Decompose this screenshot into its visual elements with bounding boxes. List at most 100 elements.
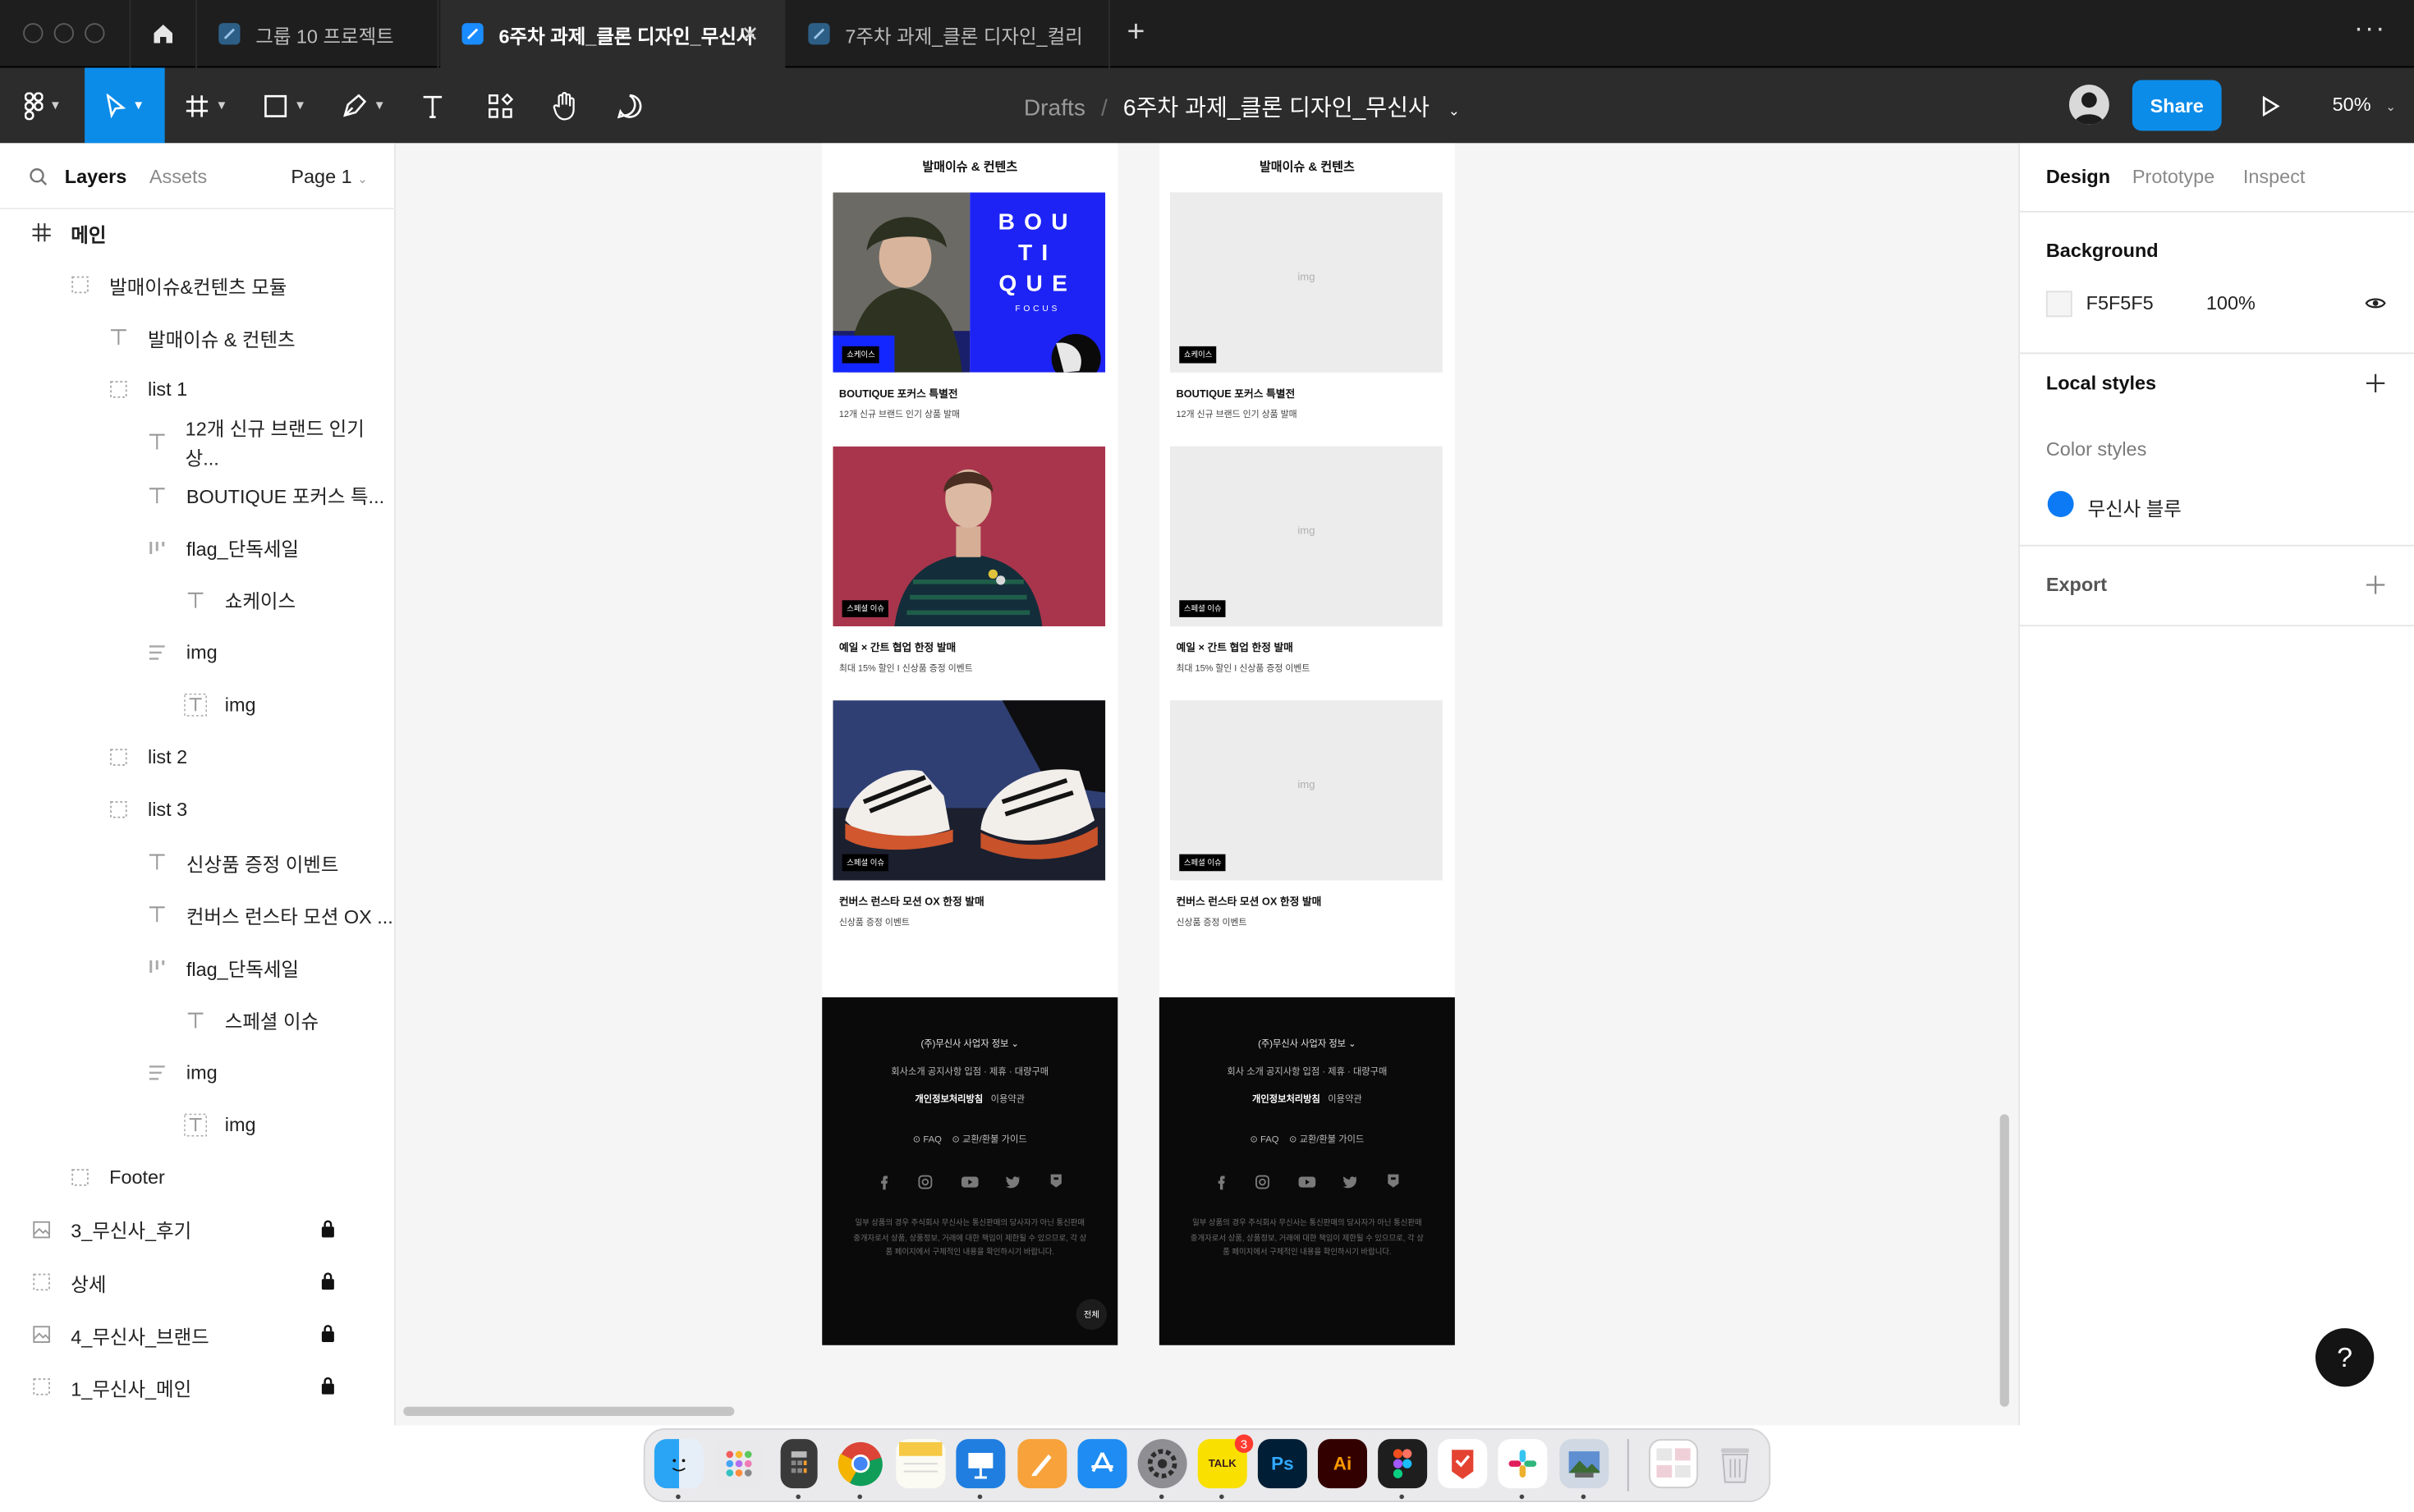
privacy-policy-link[interactable]: 개인정보처리방침 bbox=[915, 1096, 983, 1105]
image-placeholder[interactable]: img 스페셜 이슈 bbox=[1170, 446, 1443, 627]
pen-tool-button[interactable]: ▼ bbox=[329, 68, 397, 144]
terms-link[interactable]: 이용약관 bbox=[1328, 1096, 1361, 1105]
present-button[interactable] bbox=[2251, 68, 2291, 144]
color-style-swatch[interactable] bbox=[2047, 491, 2074, 517]
hand-tool-button[interactable] bbox=[539, 68, 591, 144]
page-selector[interactable]: Page 1 ⌄ bbox=[291, 167, 367, 188]
instagram-icon[interactable] bbox=[1255, 1175, 1270, 1190]
color-style-name[interactable]: 무신사 블루 bbox=[2088, 493, 2182, 522]
blog-icon[interactable] bbox=[1386, 1173, 1402, 1189]
more-options-button[interactable]: ··· bbox=[2354, 12, 2386, 44]
footer-links[interactable]: 회사소개 공지사항 입점 · 제휴 · 대량구매 bbox=[822, 1064, 1118, 1077]
faq-link[interactable]: ⊙ FAQ bbox=[913, 1136, 942, 1145]
tab-musinsa-clone[interactable]: 6주차 과제_클론 디자인_무신사 ✕ bbox=[440, 0, 786, 68]
chevron-down-icon[interactable]: ⌄ bbox=[1448, 103, 1460, 119]
lock-icon[interactable] bbox=[320, 1271, 336, 1290]
home-button[interactable] bbox=[129, 0, 197, 68]
plus-icon[interactable] bbox=[2366, 373, 2385, 393]
faq-link[interactable]: ⊙ FAQ bbox=[1250, 1136, 1278, 1145]
layer-row[interactable]: 발매이슈 & 컨텐츠 bbox=[0, 311, 396, 364]
frame-release-content-module[interactable]: 발매이슈 & 컨텐츠 BOU TI QUE FOCUS 쇼케이스 BOUTIQU… bbox=[822, 143, 1118, 997]
plus-icon[interactable] bbox=[2366, 575, 2385, 594]
layer-row[interactable]: 스페셜 이슈 bbox=[0, 993, 396, 1046]
layer-row[interactable]: 신상품 증정 이벤트 bbox=[0, 836, 396, 888]
tab-kurly-clone[interactable]: 7주차 과제_클론 디자인_컬리 bbox=[787, 0, 1110, 68]
layer-row[interactable]: img bbox=[0, 1046, 396, 1098]
canvas[interactable]: 발매이슈 & 컨텐츠 BOU TI QUE FOCUS 쇼케이스 BOUTIQU… bbox=[395, 143, 2019, 1426]
finder-icon[interactable] bbox=[654, 1439, 704, 1489]
layer-row[interactable]: 12개 신규 브랜드 인기 상... bbox=[0, 416, 396, 470]
trash-icon[interactable] bbox=[1710, 1439, 1760, 1488]
todoist-icon[interactable] bbox=[1438, 1439, 1488, 1489]
system-settings-icon[interactable] bbox=[1137, 1439, 1187, 1489]
background-opacity[interactable]: 100% bbox=[2206, 292, 2256, 314]
footer-right[interactable]: (주)무신사 사업자 정보 ⌄ 회사 소개 공지사항 입점 · 제휴 · 대량구… bbox=[1159, 997, 1455, 1345]
photoshop-icon[interactable]: Ps bbox=[1257, 1439, 1307, 1489]
figma-app-icon[interactable] bbox=[1378, 1439, 1428, 1489]
avatar[interactable] bbox=[2069, 85, 2109, 125]
tab-group-10-project[interactable]: 그룹 10 프로젝트 bbox=[197, 0, 439, 68]
tab-assets[interactable]: Assets bbox=[149, 167, 207, 188]
blog-icon[interactable] bbox=[1049, 1173, 1064, 1189]
layer-row[interactable]: 4_무신사_브랜드 bbox=[0, 1308, 396, 1361]
breadcrumb-drafts[interactable]: Drafts bbox=[1024, 95, 1085, 121]
frame-tool-button[interactable]: ▼ bbox=[174, 68, 239, 144]
footer-company-info[interactable]: (주)무신사 사업자 정보 ⌄ bbox=[822, 1036, 1118, 1050]
text-tool-button[interactable] bbox=[410, 68, 456, 144]
keynote-icon[interactable] bbox=[956, 1439, 1006, 1489]
facebook-icon[interactable] bbox=[876, 1175, 892, 1190]
share-button[interactable]: Share bbox=[2132, 80, 2222, 131]
layer-row[interactable]: flag_단독세일 bbox=[0, 941, 396, 993]
layer-row[interactable]: 3_무신사_후기 bbox=[0, 1203, 396, 1256]
youtube-icon[interactable] bbox=[1298, 1175, 1317, 1190]
layer-row[interactable]: 상세 bbox=[0, 1256, 396, 1308]
terms-link[interactable]: 이용약관 bbox=[991, 1096, 1025, 1105]
screenshots-folder-icon[interactable] bbox=[1649, 1439, 1699, 1489]
image-placeholder[interactable]: img 스페셜 이슈 bbox=[1170, 700, 1443, 881]
chrome-icon[interactable] bbox=[836, 1439, 885, 1488]
layer-row[interactable]: 쇼케이스 bbox=[0, 574, 396, 626]
card-image-boutique[interactable]: BOU TI QUE FOCUS 쇼케이스 bbox=[833, 192, 1106, 373]
comment-tool-button[interactable] bbox=[605, 68, 654, 144]
app-store-icon[interactable] bbox=[1077, 1439, 1127, 1489]
main-menu-button[interactable]: ▼ bbox=[12, 68, 74, 144]
footer-links[interactable]: 회사 소개 공지사항 입점 · 제휴 · 대량구매 bbox=[1159, 1064, 1455, 1077]
new-tab-button[interactable]: + bbox=[1127, 16, 1145, 51]
shape-tool-button[interactable]: ▼ bbox=[251, 68, 319, 144]
youtube-icon[interactable] bbox=[961, 1175, 980, 1190]
minimize-window-button[interactable] bbox=[53, 23, 74, 44]
footer-company-info[interactable]: (주)무신사 사업자 정보 ⌄ bbox=[1159, 1036, 1455, 1050]
card-image-yale[interactable]: 스페셜 이슈 bbox=[833, 446, 1106, 627]
layer-row[interactable]: list 2 bbox=[0, 731, 396, 784]
layer-row[interactable]: img bbox=[0, 679, 396, 731]
tab-layers[interactable]: Layers bbox=[65, 167, 127, 188]
full-menu-button[interactable]: 전체 bbox=[1076, 1299, 1108, 1330]
horizontal-scrollbar[interactable] bbox=[403, 1406, 735, 1416]
twitter-icon[interactable] bbox=[1005, 1175, 1021, 1190]
eye-icon[interactable] bbox=[2365, 296, 2386, 311]
file-name[interactable]: 6주차 과제_클론 디자인_무신사 bbox=[1123, 95, 1430, 121]
layer-row[interactable]: img bbox=[0, 1098, 396, 1151]
vertical-scrollbar[interactable] bbox=[1999, 1114, 2009, 1407]
tab-prototype[interactable]: Prototype bbox=[2132, 167, 2214, 188]
card-image-converse[interactable]: 스페셜 이슈 bbox=[833, 700, 1106, 881]
search-icon[interactable] bbox=[30, 167, 48, 186]
tab-design[interactable]: Design bbox=[2046, 167, 2110, 188]
notes-icon[interactable] bbox=[896, 1439, 946, 1489]
facebook-icon[interactable] bbox=[1214, 1175, 1229, 1190]
layer-row[interactable]: 컨버스 런스타 모션 OX ... bbox=[0, 888, 396, 941]
privacy-policy-link[interactable]: 개인정보처리방침 bbox=[1252, 1096, 1320, 1105]
layer-row[interactable]: BOUTIQUE 포커스 특... bbox=[0, 469, 396, 521]
preview-icon[interactable] bbox=[1559, 1439, 1609, 1489]
layer-row[interactable]: flag_단독세일 bbox=[0, 521, 396, 574]
background-swatch[interactable] bbox=[2045, 291, 2072, 318]
lock-icon[interactable] bbox=[320, 1324, 336, 1343]
footer-left[interactable]: (주)무신사 사업자 정보 ⌄ 회사소개 공지사항 입점 · 제휴 · 대량구매… bbox=[822, 997, 1118, 1345]
maximize-window-button[interactable] bbox=[85, 23, 105, 44]
layer-row[interactable]: 1_무신사_메인 bbox=[0, 1361, 396, 1413]
zoom-menu[interactable]: 50% ⌄ bbox=[2333, 94, 2396, 115]
lock-icon[interactable] bbox=[320, 1219, 336, 1238]
frame-release-content-wireframe[interactable]: 발매이슈 & 컨텐츠 img 쇼케이스 BOUTIQUE 포커스 특별전 12개… bbox=[1159, 143, 1455, 997]
slack-icon[interactable] bbox=[1498, 1439, 1548, 1489]
layer-row[interactable]: Footer bbox=[0, 1151, 396, 1203]
